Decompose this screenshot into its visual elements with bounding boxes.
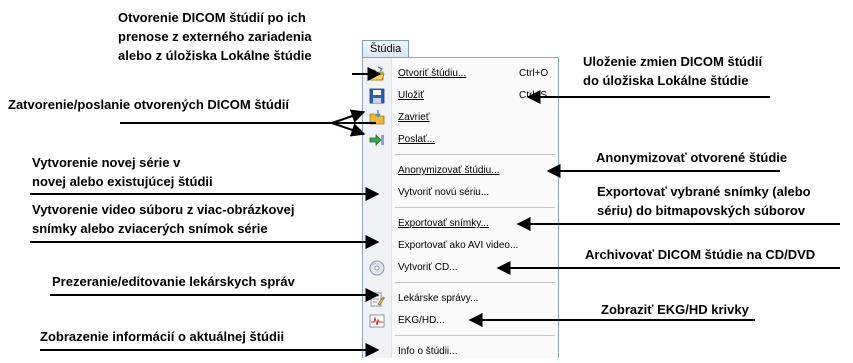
annotation-arrows — [30, 67, 840, 357]
arrow-close — [331, 109, 366, 124]
arrow-send — [331, 122, 366, 137]
